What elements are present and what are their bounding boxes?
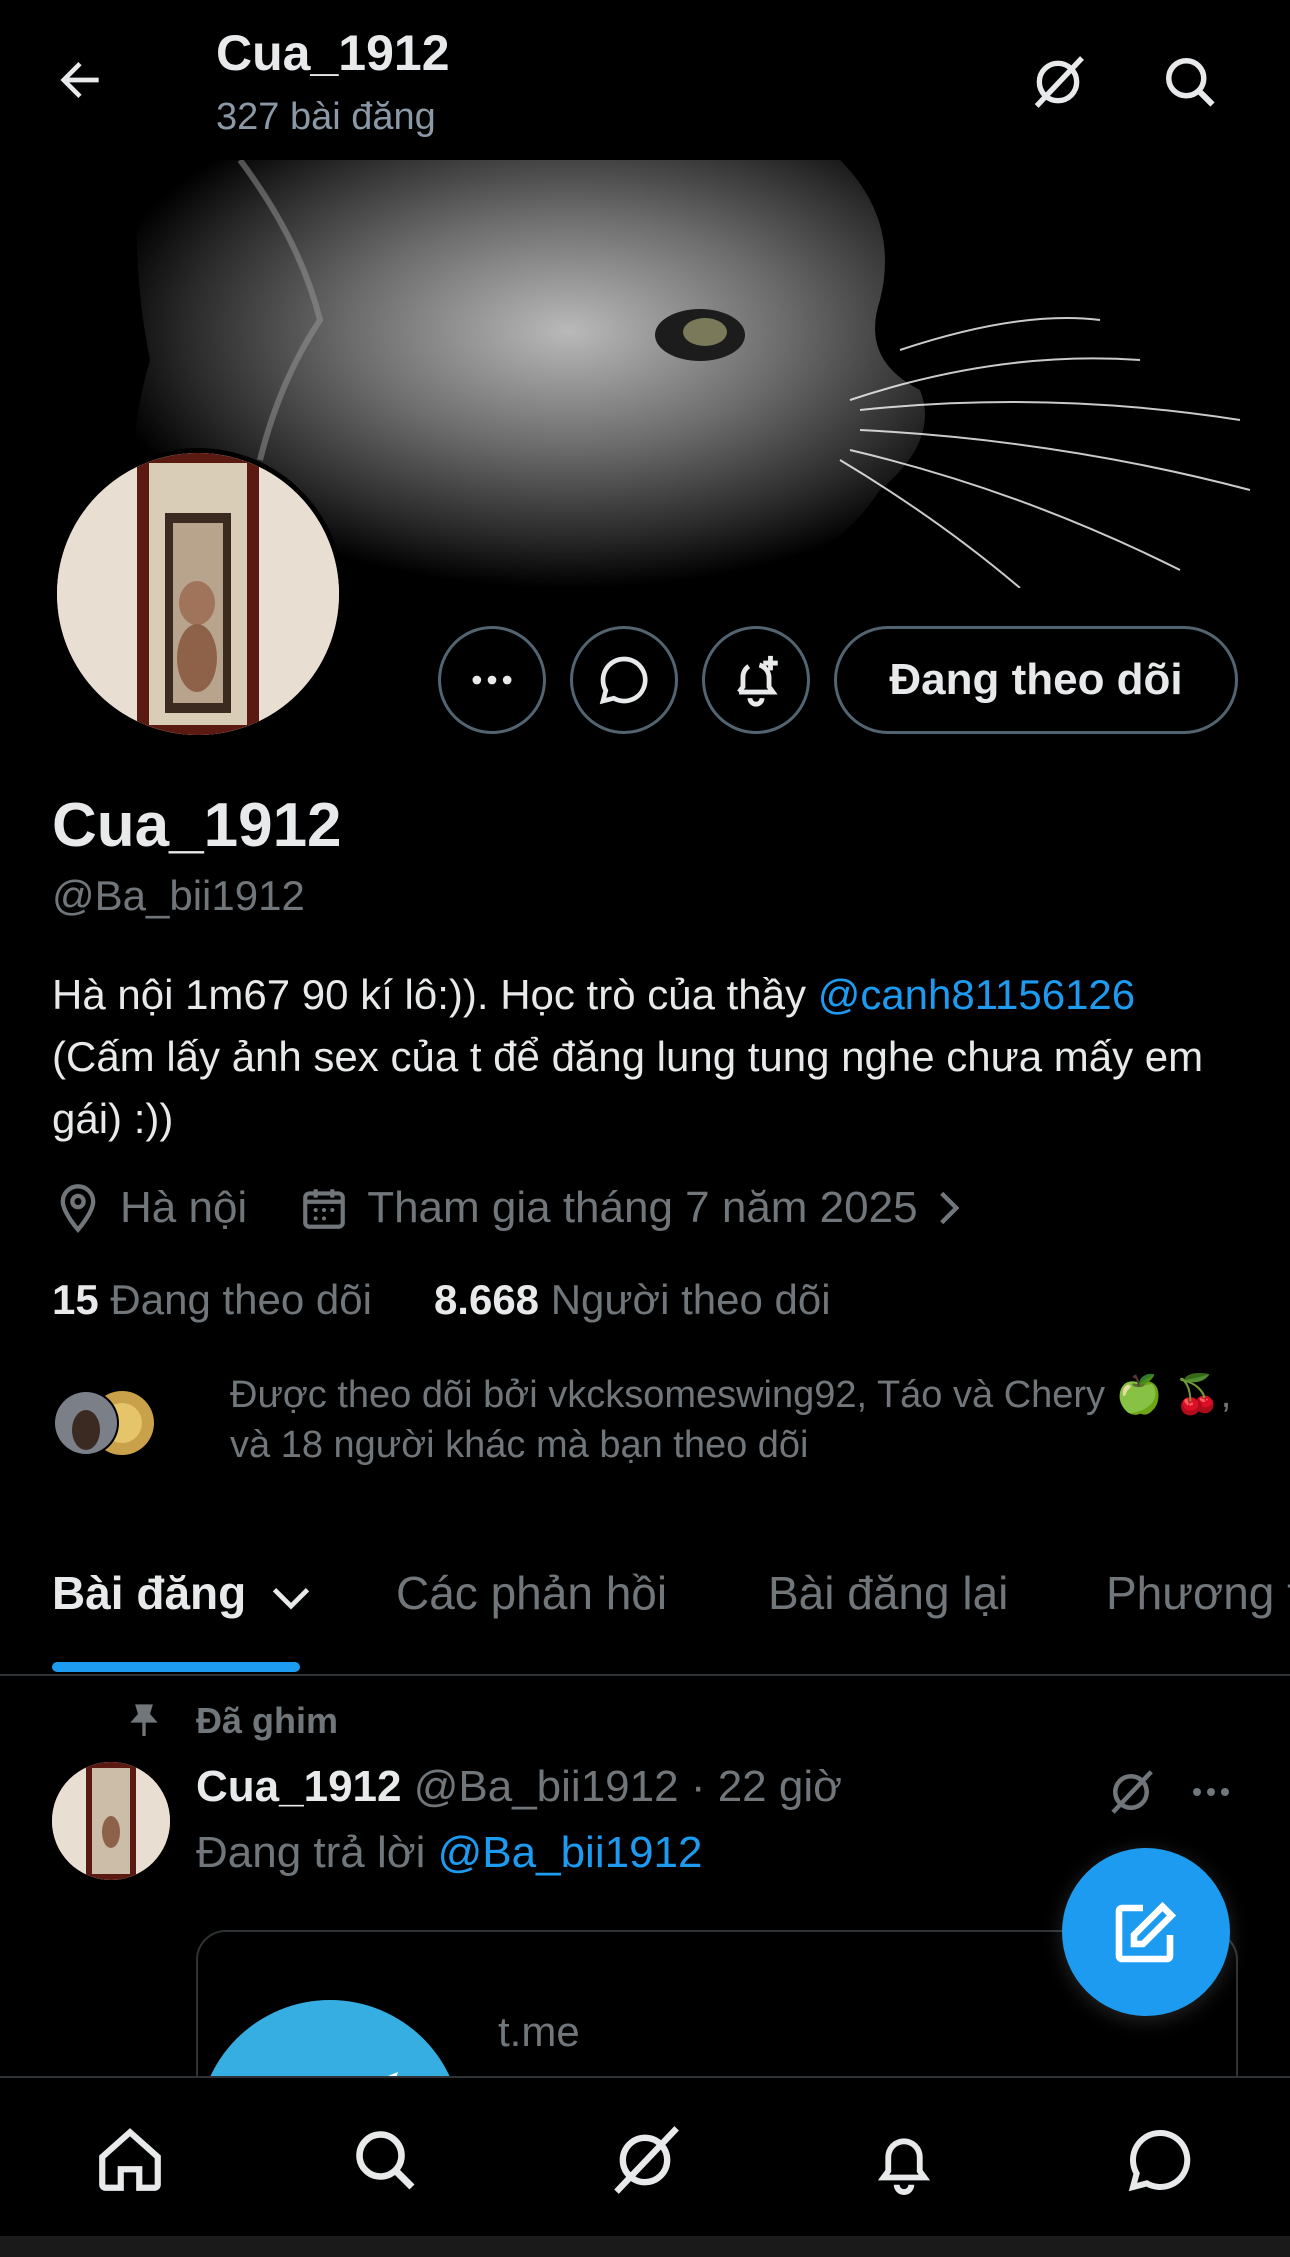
- followers-count: 8.668: [433, 1276, 540, 1323]
- following-count: 15: [52, 1276, 99, 1323]
- search-button[interactable]: [1148, 40, 1232, 124]
- top-header: Cua_1912 327 bài đăng: [0, 0, 1290, 160]
- avatar-image: [57, 453, 339, 735]
- post-count: 327 bài đăng: [216, 96, 436, 138]
- nav-search[interactable]: [345, 2120, 425, 2200]
- search-icon: [1166, 58, 1215, 107]
- compose-button[interactable]: [1062, 1848, 1230, 2016]
- location-pin-icon: [60, 1184, 96, 1233]
- bell-icon: [877, 2138, 931, 2195]
- nav-grok[interactable]: [605, 2120, 685, 2200]
- reply-mention-link[interactable]: @Ba_bii1912: [438, 1828, 703, 1877]
- following-stat[interactable]: 15 Đang theo dõi: [52, 1276, 372, 1324]
- followers-stat[interactable]: 8.668 Người theo dõi: [434, 1276, 831, 1324]
- header-title: Cua_1912: [216, 25, 450, 81]
- follow-stats: 15 Đang theo dõi 8.668 Người theo dõi: [52, 1276, 831, 1324]
- message-icon: [599, 656, 648, 705]
- grok-button[interactable]: [1016, 40, 1100, 124]
- back-button[interactable]: [40, 40, 120, 120]
- nav-notifications[interactable]: [864, 2120, 944, 2200]
- home-icon: [99, 2128, 161, 2191]
- profile-bio: Hà nội 1m67 90 kí lô:)). Học trò của thầ…: [52, 964, 1242, 1150]
- more-icon: [472, 675, 512, 685]
- chevron-down-icon: [272, 1587, 310, 1610]
- tab-posts[interactable]: Bài đăng: [52, 1566, 313, 1620]
- chevron-right-icon: [939, 1191, 960, 1225]
- nav-home[interactable]: [90, 2120, 170, 2200]
- display-name: Cua_1912: [52, 791, 342, 860]
- tab-replies[interactable]: Các phản hồi: [396, 1566, 667, 1620]
- post-grok-button[interactable]: [1096, 1762, 1166, 1822]
- post-time: · 22 giờ: [690, 1762, 842, 1811]
- post-author-handle[interactable]: @Ba_bii1912: [414, 1762, 679, 1811]
- tab-reposts[interactable]: Bài đăng lại: [768, 1566, 1008, 1620]
- search-icon: [356, 2131, 415, 2190]
- arrow-left-icon: [60, 62, 99, 98]
- mutual-avatars: [52, 1388, 162, 1458]
- bio-text: Hà nội 1m67 90 kí lô:)). Học trò của thầ…: [52, 971, 818, 1018]
- active-tab-indicator: [52, 1662, 300, 1672]
- pinned-text: Đã ghim: [196, 1700, 339, 1741]
- location-text: Hà nội: [120, 1183, 248, 1232]
- post-more-button[interactable]: [1176, 1762, 1246, 1822]
- pinned-label: Đã ghim: [124, 1700, 338, 1742]
- following-button[interactable]: Đang theo dõi: [834, 626, 1238, 734]
- profile-avatar[interactable]: [52, 448, 344, 740]
- location-item: Hà nội: [52, 1182, 247, 1234]
- followers-label: Người theo dõi: [550, 1276, 831, 1323]
- following-label: Đang theo dõi: [110, 1276, 372, 1323]
- calendar-icon: [303, 1189, 346, 1229]
- system-home-bar: [0, 2236, 1290, 2257]
- bottom-navigation: [0, 2076, 1290, 2236]
- notify-button[interactable]: [702, 626, 810, 734]
- user-handle: @Ba_bii1912: [52, 872, 305, 919]
- compose-icon: [1115, 1901, 1177, 1963]
- tab-posts-label: Bài đăng: [52, 1567, 247, 1619]
- post-reply-context: Đang trả lời @Ba_bii1912: [196, 1828, 702, 1878]
- profile-meta: Hà nội Tham gia tháng 7 năm 2025: [52, 1178, 966, 1238]
- post-author-avatar[interactable]: [52, 1762, 170, 1880]
- grok-icon: [1111, 1770, 1153, 1814]
- reply-prefix: Đang trả lời: [196, 1828, 438, 1877]
- bell-plus-icon: [737, 655, 778, 707]
- nav-messages[interactable]: [1120, 2120, 1200, 2200]
- profile-tabs: Bài đăng Các phản hồi Bài đăng lại Phươn…: [0, 1530, 1290, 1676]
- followed-by-text: Được theo dõi bởi vkcksomeswing92, Táo v…: [230, 1374, 1232, 1466]
- more-options-button[interactable]: [438, 626, 546, 734]
- post-header: Cua_1912 @Ba_bii1912 · 22 giờ: [196, 1762, 842, 1812]
- bio-mention-link[interactable]: @canh81156126: [818, 971, 1135, 1018]
- message-button[interactable]: [570, 626, 678, 734]
- joined-text: Tham gia tháng 7 năm 2025: [367, 1183, 918, 1232]
- tab-media[interactable]: Phương t: [1106, 1566, 1290, 1620]
- joined-item[interactable]: Tham gia tháng 7 năm 2025: [299, 1183, 965, 1233]
- post-author-name[interactable]: Cua_1912: [196, 1762, 401, 1811]
- link-card-domain: t.me: [498, 2008, 580, 2055]
- bio-text-2: (Cấm lấy ảnh sex của t để đăng lung tung…: [52, 1033, 1204, 1142]
- pin-icon: [130, 1704, 158, 1736]
- chat-icon: [1128, 2129, 1191, 2192]
- grok-icon: [614, 2126, 679, 2194]
- grok-icon: [1034, 56, 1084, 108]
- more-icon: [1193, 1788, 1229, 1796]
